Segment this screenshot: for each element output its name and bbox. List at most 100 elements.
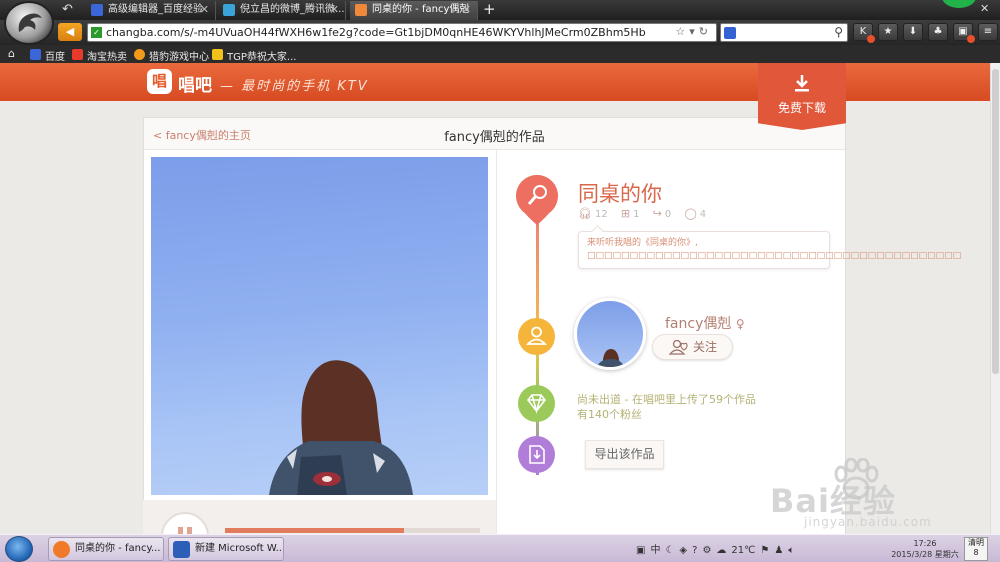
bookmark-label: 百度 xyxy=(45,52,65,63)
qq-icon[interactable]: ♟ xyxy=(774,545,783,556)
close-icon[interactable]: ✕ xyxy=(330,1,339,18)
star-icon[interactable]: ☆ xyxy=(675,25,689,38)
weather-cloud-icon[interactable]: ☁ xyxy=(716,545,726,556)
timeline-diamond-node xyxy=(518,385,555,422)
audio-player xyxy=(143,500,496,560)
comments-count: 4 xyxy=(699,209,707,220)
username[interactable]: fancy偶剋 ♀ xyxy=(665,313,745,333)
fan-info-fans: 有140个粉丝 xyxy=(577,408,642,421)
bookmarks-bar: ⌂ 百度 淘宝热卖 猎豹游戏中心 TGP恭祝大家... xyxy=(0,45,1000,63)
weather-day: 8 xyxy=(973,548,979,557)
navigation-bar: ◀ ✓ changba.com/s/-m4UVuaOH44fWXH6w1fe2g… xyxy=(0,20,1000,45)
gamepad-button[interactable]: ♣ xyxy=(928,23,948,41)
search-engine-icon[interactable] xyxy=(724,27,736,39)
username-text[interactable]: fancy偶剋 xyxy=(665,316,731,332)
notification-badge xyxy=(867,35,875,43)
gifts-count: 1 xyxy=(633,209,640,220)
tab-weibo[interactable]: 倪立昌的微博_腾讯微... ✕ xyxy=(218,1,346,20)
share-icon[interactable]: ↪ xyxy=(653,207,662,220)
task-label: 同桌的你 - fancy... xyxy=(75,543,161,554)
scrollbar-thumb[interactable] xyxy=(992,69,999,374)
browser-app-icon xyxy=(53,541,70,558)
new-tab-button[interactable]: + xyxy=(483,1,496,17)
word-app-icon xyxy=(173,541,190,558)
dropdown-icon[interactable]: ▾ xyxy=(689,25,699,38)
watermark-url: jingyan.baidu.com xyxy=(804,515,932,529)
calendar-widget[interactable]: 清明 8 xyxy=(964,537,988,561)
follow-label: 关注 xyxy=(693,340,718,354)
browser-tab-bar: ↶ 高级编辑器_百度经验 ✕ 倪立昌的微博_腾讯微... ✕ 同桌的你 - fa… xyxy=(0,0,1000,20)
avatar-photo-illustration xyxy=(597,349,624,367)
tab-baidu-jingyan[interactable]: 高级编辑器_百度经验 ✕ xyxy=(86,1,216,20)
brand-name[interactable]: 唱吧 xyxy=(178,71,212,96)
browser-logo-icon[interactable] xyxy=(4,1,54,45)
tab-changba-active[interactable]: 同桌的你 - fancy偶剋 ✕ xyxy=(350,1,478,20)
search-icon[interactable]: ⚲ xyxy=(834,25,843,39)
window-close-icon[interactable]: ✕ xyxy=(980,2,989,15)
bookmark-baidu[interactable]: 百度 xyxy=(30,48,65,63)
free-download-button[interactable]: 免费下载 xyxy=(758,63,846,130)
close-icon[interactable]: ✕ xyxy=(200,1,209,18)
bookmark-taobao[interactable]: 淘宝热卖 xyxy=(72,48,127,63)
download-label: 免费下载 xyxy=(777,101,826,115)
windows-taskbar: 同桌的你 - fancy... 新建 Microsoft W... ▣ 中 ☾ ◈? ⚙… xyxy=(0,534,1000,562)
baidu-jingyan-watermark: Bai经验 jingyan.baidu.com xyxy=(764,458,984,534)
progress-fill xyxy=(225,528,404,533)
ime-icon[interactable]: ▣ xyxy=(636,545,645,556)
moon-icon[interactable]: ☾ xyxy=(665,545,674,556)
system-tray: ▣ 中 ☾ ◈? ⚙ ☁ 21℃ ⚑ ♟ 🔈︎ xyxy=(636,541,799,556)
menu-button[interactable]: ≡ xyxy=(978,23,998,41)
listens-count: 12 xyxy=(594,209,608,220)
changba-logo-icon[interactable]: 唱 xyxy=(147,69,172,94)
timeline-export-node xyxy=(518,436,555,473)
column-divider xyxy=(496,150,497,534)
bookmark-label: 猎豹游戏中心 xyxy=(149,52,209,63)
bookmark-game-center[interactable]: 猎豹游戏中心 xyxy=(134,48,209,63)
k-extension-button[interactable]: K xyxy=(853,23,875,43)
page-scrollbar[interactable] xyxy=(990,63,1000,534)
download-manager-button[interactable]: ⬇ xyxy=(903,23,923,41)
headphones-icon: 🎧︎ xyxy=(578,207,592,220)
tgp-icon xyxy=(212,49,223,60)
volume-icon[interactable]: 🔈︎ xyxy=(788,545,794,556)
address-bar[interactable]: ✓ changba.com/s/-m4UVuaOH44fWXH6w1fe2g?c… xyxy=(87,23,717,42)
microphone-icon xyxy=(516,175,558,225)
export-song-button[interactable]: 导出该作品 xyxy=(585,440,664,469)
progress-bar[interactable] xyxy=(225,528,480,533)
home-icon[interactable]: ⌂ xyxy=(8,47,15,60)
close-icon[interactable]: ✕ xyxy=(462,1,471,18)
bookmark-tgp[interactable]: TGP恭祝大家... xyxy=(212,48,296,63)
timeline-mic-node xyxy=(516,175,558,225)
weather-label: 清明 xyxy=(968,538,984,547)
ime-chinese-icon[interactable]: 中 xyxy=(650,545,660,556)
search-box[interactable]: ⚲ xyxy=(720,23,848,42)
bookmark-label: 淘宝热卖 xyxy=(87,52,127,63)
address-actions: ☆▾↻ xyxy=(675,25,712,38)
tray-app-icon[interactable]: ◈ xyxy=(679,545,687,556)
follow-button[interactable]: 关注 xyxy=(652,334,733,360)
back-button[interactable]: ◀ xyxy=(58,23,82,41)
extension-orb-icon[interactable] xyxy=(942,0,976,8)
cheetah-icon xyxy=(134,49,145,60)
refresh-icon[interactable]: ↻ xyxy=(699,25,712,38)
download-icon xyxy=(795,75,809,92)
clock[interactable]: 17:26 2015/3/28 星期六 xyxy=(890,538,960,560)
settings-icon[interactable]: ⚙ xyxy=(702,545,711,556)
taskbar-item-browser[interactable]: 同桌的你 - fancy... xyxy=(48,537,164,561)
taskbar-item-word[interactable]: 新建 Microsoft W... xyxy=(168,537,284,561)
gift-icon: ⊞ xyxy=(620,207,631,220)
diamond-icon xyxy=(526,394,547,414)
changba-favicon-icon xyxy=(355,4,367,16)
address-text[interactable]: changba.com/s/-m4UVuaOH44fWXH6w1fe2g?cod… xyxy=(106,26,646,39)
bag-button[interactable]: ▣ xyxy=(953,23,975,43)
start-button[interactable] xyxy=(5,536,33,562)
export-file-icon xyxy=(529,445,545,464)
avatar[interactable] xyxy=(574,298,646,370)
song-stats: 🎧︎ 12 ⊞ 1 ↪ 0 ◯ 4 xyxy=(578,207,716,220)
history-back-icon[interactable]: ↶ xyxy=(62,2,73,17)
panel-header: < fancy偶剋的主页 fancy偶剋的作品 xyxy=(144,118,845,150)
favorites-button[interactable]: ★ xyxy=(878,23,898,41)
flag-icon[interactable]: ⚑ xyxy=(760,545,769,556)
comment-icon[interactable]: ◯ xyxy=(684,207,696,220)
help-icon[interactable]: ? xyxy=(692,545,697,556)
